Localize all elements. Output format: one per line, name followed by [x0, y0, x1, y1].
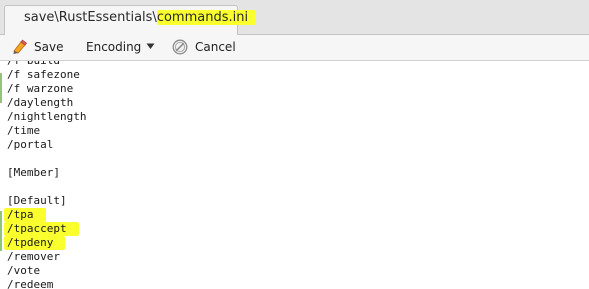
highlighted-code-line: /tpa: [4, 208, 46, 222]
code-line: /remover: [7, 250, 60, 263]
cancel-button[interactable]: Cancel: [168, 35, 240, 60]
code-line: /daylength: [7, 96, 74, 109]
code-line-row: /f warzone: [7, 82, 86, 96]
encoding-label: Encoding: [86, 40, 142, 54]
code-lines: /f build/f safezone/f warzone/daylength/…: [4, 61, 86, 289]
code-line: /vote: [7, 264, 41, 277]
code-line: [Member]: [7, 166, 60, 179]
tab-strip: save\RustEssentials\commands.ini: [0, 0, 589, 36]
code-line-row: /tpdeny: [4, 236, 86, 250]
code-line-row: [Default]: [7, 194, 86, 208]
code-line-row: /f build: [7, 61, 86, 68]
code-line: /portal: [7, 138, 54, 151]
text-editor[interactable]: /f build/f safezone/f warzone/daylength/…: [0, 61, 589, 289]
file-tab[interactable]: save\RustEssentials\commands.ini: [4, 5, 257, 36]
code-line-row: /redeem: [7, 278, 86, 289]
code-line: /f build: [7, 61, 60, 67]
highlighted-code-line: /tpdeny: [4, 236, 66, 250]
code-line-row: /time: [7, 124, 86, 138]
code-line-row: /f safezone: [7, 68, 86, 82]
toolbar: Save Encoding Cancel: [0, 35, 589, 61]
code-line: /time: [7, 124, 41, 137]
code-line-row: /tpa: [4, 208, 86, 222]
cancel-label: Cancel: [195, 40, 236, 54]
code-line: /f warzone: [7, 82, 74, 95]
tab-path-prefix: save\RustEssentials\: [24, 10, 157, 25]
gutter-change-mark: [0, 211, 2, 251]
code-line: /redeem: [7, 278, 54, 289]
code-line: /f safezone: [7, 68, 80, 81]
code-line-row: /nightlength: [7, 110, 86, 124]
code-line-row: /remover: [7, 250, 86, 264]
encoding-dropdown[interactable]: Encoding: [80, 35, 162, 60]
code-line-row: /portal: [7, 138, 86, 152]
editor-window: save\RustEssentials\commands.ini Save En…: [0, 0, 589, 289]
highlighted-code-line: /tpaccept: [4, 222, 79, 236]
code-line-row: [7, 152, 86, 166]
save-icon: [13, 39, 28, 54]
dropdown-triangle-icon: [146, 43, 155, 49]
code-line-row: [Member]: [7, 166, 86, 180]
code-line: /nightlength: [7, 110, 87, 123]
code-line: [Default]: [7, 194, 67, 207]
tab-file-name: commands.ini: [156, 10, 257, 25]
save-button[interactable]: Save: [8, 35, 68, 60]
code-line-row: [7, 180, 86, 194]
code-line-row: /tpaccept: [4, 222, 86, 236]
cancel-icon: [172, 39, 188, 55]
code-line-row: /daylength: [7, 96, 86, 110]
code-line-row: /vote: [7, 264, 86, 278]
save-label: Save: [34, 40, 64, 54]
gutter-change-mark: [0, 73, 2, 103]
